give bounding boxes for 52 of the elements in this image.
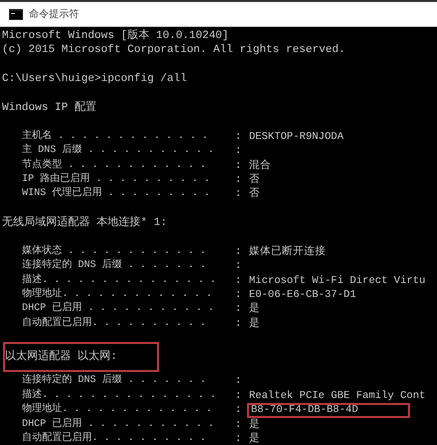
entry-label: 自动配置已启用. . . . . . . . . . [21,316,208,331]
colon: : [235,288,243,302]
colon: : [235,274,243,288]
terminal-icon [9,8,23,20]
colon: : [235,316,243,332]
colon: : [235,244,243,260]
entry-label: 连接特定的 DNS 后缀 . . . . . . . [21,374,208,388]
colon: : [235,187,243,202]
entry-value: B8-70-F4-DB-B8-4D [247,403,410,418]
entry-label: 主机名 . . . . . . . . . . . . . [21,130,210,144]
entry-label: 自动配置已启用. . . . . . . . . . [21,432,208,445]
entry-label: DHCP 已启用 . . . . . . . . . . . [21,302,216,316]
entry-value: Microsoft Wi-Fi Direct Virtu [248,274,426,288]
entry-value: E0-06-E6-CB-37-D1 [248,288,358,302]
colon: : [235,144,243,159]
colon: : [235,158,243,173]
entry-label: 主 DNS 后缀 . . . . . . . . . . . [21,144,216,158]
colon: : [235,403,243,418]
entry-label: 节点类型 . . . . . . . . . . . . [21,158,208,172]
colon: : [235,259,243,274]
entry-label: 描述. . . . . . . . . . . . . . . [21,274,218,288]
console-line: 无线局域网适配器 本地连接* 1: [1,216,168,230]
entry-label: 描述. . . . . . . . . . . . . . . [21,388,218,402]
entry-label: 物理地址. . . . . . . . . . . . . [21,288,214,302]
entry-value: 媒体已断开连接 [248,244,327,260]
colon: : [235,172,243,188]
entry-label: DHCP 已启用 . . . . . . . . . . . [21,418,216,432]
entry-value: 混合 [248,158,272,173]
entry-label: 连接特定的 DNS 后缀 . . . . . . . [21,259,208,274]
entry-value: 是 [248,418,261,432]
entry-value: 是 [248,432,261,445]
entry-label: 媒体状态 . . . . . . . . . . . . [21,244,208,258]
entry-value: 是 [248,316,261,332]
console-line: Windows IP 配置 [1,100,98,116]
window-title: 命令提示符 [29,8,79,21]
colon: : [235,388,243,404]
colon: : [235,130,243,144]
entry-value: DESKTOP-R9NJODA [248,130,345,144]
colon: : [235,374,243,389]
console-line: (c) 2015 Microsoft Corporation. All rights reserved. [1,43,346,58]
entry-label: 物理地址. . . . . . . . . . . . . [21,403,214,418]
colon: : [235,432,243,445]
entry-label: IP 路由已启用 . . . . . . . . . . [21,172,212,186]
colon: : [235,302,243,317]
console-line: Microsoft Windows [版本 10.0.10240] [1,29,230,44]
entry-label: WINS 代理已启用 . . . . . . . . . [21,187,212,202]
entry-value: 否 [248,172,261,188]
colon: : [235,418,243,432]
entry-value: 否 [248,187,261,202]
console-line: C:\Users\huige>ipconfig /all [1,72,188,87]
entry-value: 是 [248,302,261,317]
entry-value: Realtek PCIe GBE Family Cont [248,388,426,404]
